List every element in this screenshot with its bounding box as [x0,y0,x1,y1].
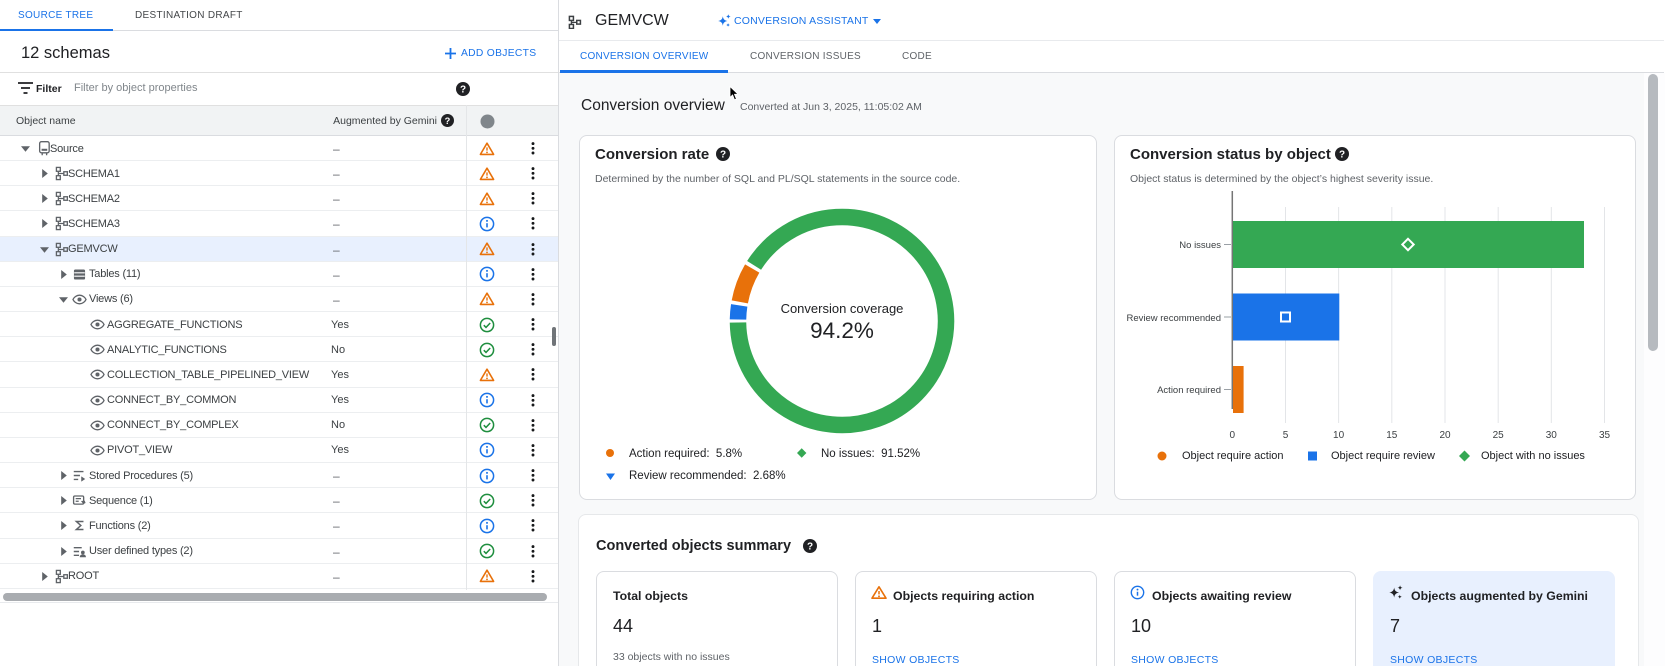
svg-text:30: 30 [1546,430,1558,441]
svg-text:25: 25 [1493,430,1505,441]
svg-text:15: 15 [1386,430,1398,441]
svg-text:?: ? [720,150,726,161]
svg-text:?: ? [460,85,466,96]
svg-text:Action required: Action required [1157,385,1221,396]
svg-text:35: 35 [1599,430,1611,441]
svg-text:10: 10 [1333,430,1345,441]
svg-text:20: 20 [1439,430,1451,441]
svg-text:?: ? [1339,150,1345,161]
svg-text:5: 5 [1283,430,1289,441]
svg-text:No issues: No issues [1179,240,1221,251]
svg-text:0: 0 [1230,430,1236,441]
svg-text:Review recommended: Review recommended [1126,313,1221,324]
svg-text:?: ? [445,116,451,126]
svg-text:?: ? [807,542,813,553]
